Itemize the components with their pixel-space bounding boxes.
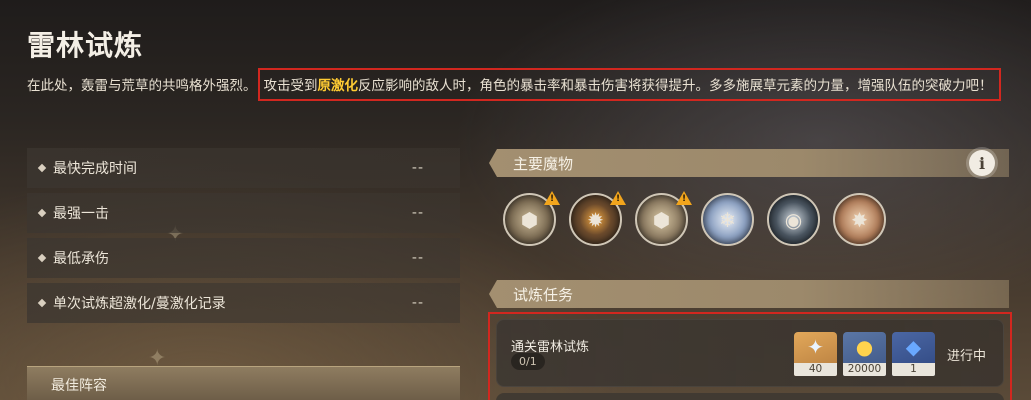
stat-value: --: [411, 205, 424, 221]
monster-icon[interactable]: ✸: [833, 193, 886, 246]
diamond-bullet-icon: [37, 253, 47, 263]
tasks-section-header: 试炼任务: [489, 280, 1009, 308]
stat-row-lowest-damage-taken: 最低承伤 --: [27, 238, 460, 278]
stat-value: --: [411, 160, 424, 176]
highlighted-description: 攻击受到原激化反应影响的敌人时，角色的暴击率和暴击伤害将获得提升。多多施展草元素…: [257, 68, 1001, 101]
best-team-button[interactable]: 最佳阵容: [27, 366, 460, 400]
description-prefix: 在此处，轰雷与荒草的共鸣格外强烈。: [27, 78, 257, 94]
stat-row-fastest-time: 最快完成时间 --: [27, 148, 460, 188]
warning-icon: !: [544, 191, 560, 205]
monster-icon[interactable]: ❄: [701, 193, 754, 246]
monster-emblem-icon: ✹: [587, 207, 604, 232]
diamond-bullet-icon: [37, 163, 47, 173]
reward-mora[interactable]: ● 20000: [843, 332, 886, 376]
warning-icon: !: [676, 191, 692, 205]
monster-emblem-icon: ❄: [719, 207, 736, 232]
monsters-section-header: 主要魔物: [489, 149, 1009, 177]
stat-value: --: [411, 250, 424, 266]
monster-emblem-icon: ⬢: [652, 207, 671, 232]
monster-icon[interactable]: ◉: [767, 193, 820, 246]
diamond-bullet-icon: [37, 208, 47, 218]
stat-label: 最低承伤: [53, 251, 109, 267]
page-title: 雷林试炼: [27, 29, 144, 62]
event-description: 在此处，轰雷与荒草的共鸣格外强烈。 攻击受到原激化反应影响的敌人时，角色的暴击率和…: [27, 68, 1001, 101]
monster-list: ⬢! ✹! ⬢! ❄ ◉ ✸: [503, 191, 886, 246]
hero-wit-icon: ◆: [905, 335, 922, 359]
task-progress-badge: 0/1: [511, 353, 545, 370]
reward-hero-wit[interactable]: ◆ 1: [892, 332, 935, 376]
warning-icon: !: [610, 191, 626, 205]
reaction-keyword: 原激化: [317, 78, 359, 94]
diamond-bullet-icon: [37, 298, 47, 308]
primogem-icon: ✦: [807, 335, 824, 359]
monster-emblem-icon: ⬢: [520, 207, 539, 232]
stats-panel: 最快完成时间 -- 最强一击 -- 最低承伤 -- 单次试炼超激化/蔓激化记录 …: [27, 148, 460, 328]
monster-emblem-icon: ◉: [784, 207, 803, 232]
reward-count: 1: [892, 363, 935, 376]
description-part-2: 反应影响的敌人时，角色的暴击率和暴击伤害将获得提升。多多施展草元素的力量，增强队…: [358, 78, 993, 94]
stat-row-reaction-record: 单次试炼超激化/蔓激化记录 --: [27, 283, 460, 323]
stat-label: 最强一击: [53, 206, 109, 222]
stat-row-strongest-hit: 最强一击 --: [27, 193, 460, 233]
task-status: 进行中: [947, 349, 987, 364]
monster-icon[interactable]: ⬢!: [635, 191, 692, 246]
monster-emblem-icon: ✸: [851, 207, 868, 232]
stat-value: --: [411, 295, 424, 311]
reward-count: 20000: [843, 363, 886, 376]
stat-label: 最快完成时间: [53, 161, 137, 177]
reward-list: ✦ 40 ● 20000 ◆ 1: [794, 332, 935, 376]
reward-count: 40: [794, 363, 837, 376]
reward-primogem[interactable]: ✦ 40: [794, 332, 837, 376]
monster-icon[interactable]: ⬢!: [503, 191, 560, 246]
description-part-1: 攻击受到: [263, 78, 318, 94]
mora-icon: ●: [855, 335, 874, 359]
info-icon[interactable]: i: [969, 150, 995, 176]
monster-icon[interactable]: ✹!: [569, 191, 626, 246]
stat-label: 单次试炼超激化/蔓激化记录: [53, 296, 226, 312]
task-card-next[interactable]: [496, 393, 1004, 400]
task-card[interactable]: 通关雷林试炼 0/1 ✦ 40 ● 20000 ◆ 1 进行中: [496, 319, 1004, 387]
